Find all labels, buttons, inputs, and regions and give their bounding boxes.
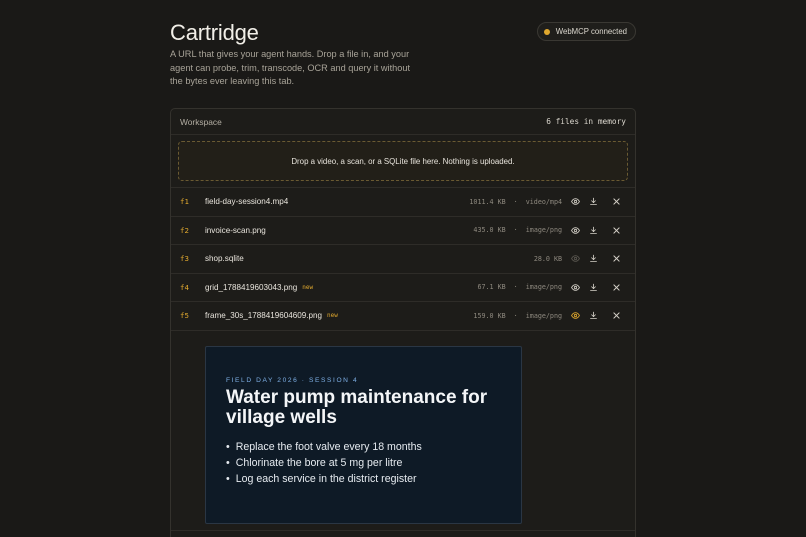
preview-bullet: Chlorinate the bore at 5 mg per litre xyxy=(226,455,422,471)
preview-button[interactable] xyxy=(568,195,582,209)
page: Cartridge A URL that gives your agent ha… xyxy=(170,0,636,537)
file-row: f2 invoice-scan.png 435.0 KB · image/png xyxy=(171,217,635,245)
remove-button[interactable] xyxy=(609,223,623,237)
status-dot-icon xyxy=(543,28,550,35)
remove-button[interactable] xyxy=(609,309,623,323)
file-id: f4 xyxy=(180,282,189,292)
status-badge: WebMCP connected xyxy=(536,22,636,41)
workspace-header: Workspace 6 files in memory xyxy=(171,109,635,135)
preview-bullet-list: Replace the foot valve every 18 monthsCh… xyxy=(226,439,422,488)
preview-heading: Water pump maintenance for village wells xyxy=(226,386,488,428)
file-count: 6 files in memory xyxy=(546,117,626,126)
download-icon xyxy=(589,311,597,320)
dropzone-label: Drop a video, a scan, or a SQLite file h… xyxy=(291,156,515,166)
download-button[interactable] xyxy=(586,309,600,323)
download-icon xyxy=(589,226,597,234)
file-name: field-day-session4.mp4 xyxy=(205,197,289,207)
file-meta: 1011.4 KB · video/mp4 xyxy=(469,197,562,206)
file-meta: 159.0 KB · image/png xyxy=(473,311,562,320)
file-actions xyxy=(564,252,623,266)
file-row: f6 trim_1788419605248.mp4 new 407.7 KB ·… xyxy=(171,531,635,537)
file-name: frame_30s_1788419604609.png xyxy=(205,311,323,321)
header: Cartridge A URL that gives your agent ha… xyxy=(170,0,636,108)
file-actions xyxy=(564,280,623,294)
file-meta: 435.0 KB · image/png xyxy=(473,226,562,235)
download-button[interactable] xyxy=(586,195,600,209)
close-icon xyxy=(612,198,620,205)
preview-eyebrow: FIELD DAY 2026 · SESSION 4 xyxy=(226,376,359,384)
file-list: f1 field-day-session4.mp4 1011.4 KB · vi… xyxy=(171,188,635,537)
close-icon xyxy=(612,255,620,262)
preview-button xyxy=(568,252,582,266)
status-label: WebMCP connected xyxy=(555,27,627,36)
download-icon xyxy=(589,283,597,291)
new-badge: new xyxy=(302,283,314,291)
file-actions xyxy=(564,309,623,323)
file-id: f2 xyxy=(180,225,189,235)
eye-icon xyxy=(570,284,580,291)
download-icon xyxy=(589,254,597,263)
file-actions xyxy=(564,195,623,209)
eye-icon xyxy=(570,198,580,205)
file-meta: 28.0 KB xyxy=(533,254,562,263)
page-title: Cartridge xyxy=(170,20,259,45)
eye-icon xyxy=(570,312,580,319)
download-button[interactable] xyxy=(586,252,600,266)
preview-button[interactable] xyxy=(568,309,582,323)
preview-bullet: Replace the foot valve every 18 months xyxy=(226,439,422,455)
download-icon xyxy=(589,197,597,206)
file-row: f5 frame_30s_1788419604609.png new 159.0… xyxy=(171,302,635,331)
file-row: f1 field-day-session4.mp4 1011.4 KB · vi… xyxy=(171,188,635,217)
file-dropzone[interactable]: Drop a video, a scan, or a SQLite file h… xyxy=(178,141,628,181)
file-id: f3 xyxy=(180,254,189,264)
image-preview-row: FIELD DAY 2026 · SESSION 4 Water pump ma… xyxy=(171,331,635,531)
file-name: grid_1788419603043.png xyxy=(205,282,298,292)
file-name: shop.sqlite xyxy=(205,254,244,264)
file-row: f4 grid_1788419603043.png new 67.1 KB · … xyxy=(171,274,635,302)
download-button[interactable] xyxy=(586,223,600,237)
file-name: invoice-scan.png xyxy=(205,225,266,235)
preview-button[interactable] xyxy=(568,223,582,237)
eye-icon xyxy=(570,227,580,234)
eye-icon xyxy=(570,255,580,262)
workspace-label: Workspace xyxy=(180,116,222,127)
file-row: f3 shop.sqlite 28.0 KB xyxy=(171,245,635,274)
page-subtitle: A URL that gives your agent hands. Drop … xyxy=(170,49,411,86)
new-badge: new xyxy=(327,312,338,320)
remove-button[interactable] xyxy=(609,280,623,294)
workspace-panel: Workspace 6 files in memory Drop a video… xyxy=(170,108,636,537)
file-actions xyxy=(564,223,623,237)
remove-button[interactable] xyxy=(609,252,623,266)
close-icon xyxy=(612,227,620,234)
remove-button[interactable] xyxy=(609,195,623,209)
file-meta: 67.1 KB · image/png xyxy=(477,283,562,292)
preview-bullet: Log each service in the district registe… xyxy=(226,471,422,487)
file-id: f5 xyxy=(180,311,189,321)
preview-button[interactable] xyxy=(568,280,582,294)
image-preview: FIELD DAY 2026 · SESSION 4 Water pump ma… xyxy=(205,345,522,524)
close-icon xyxy=(612,284,620,291)
download-button[interactable] xyxy=(586,280,600,294)
close-icon xyxy=(612,312,620,319)
file-id: f1 xyxy=(180,197,189,207)
dropzone-wrapper: Drop a video, a scan, or a SQLite file h… xyxy=(171,135,635,188)
